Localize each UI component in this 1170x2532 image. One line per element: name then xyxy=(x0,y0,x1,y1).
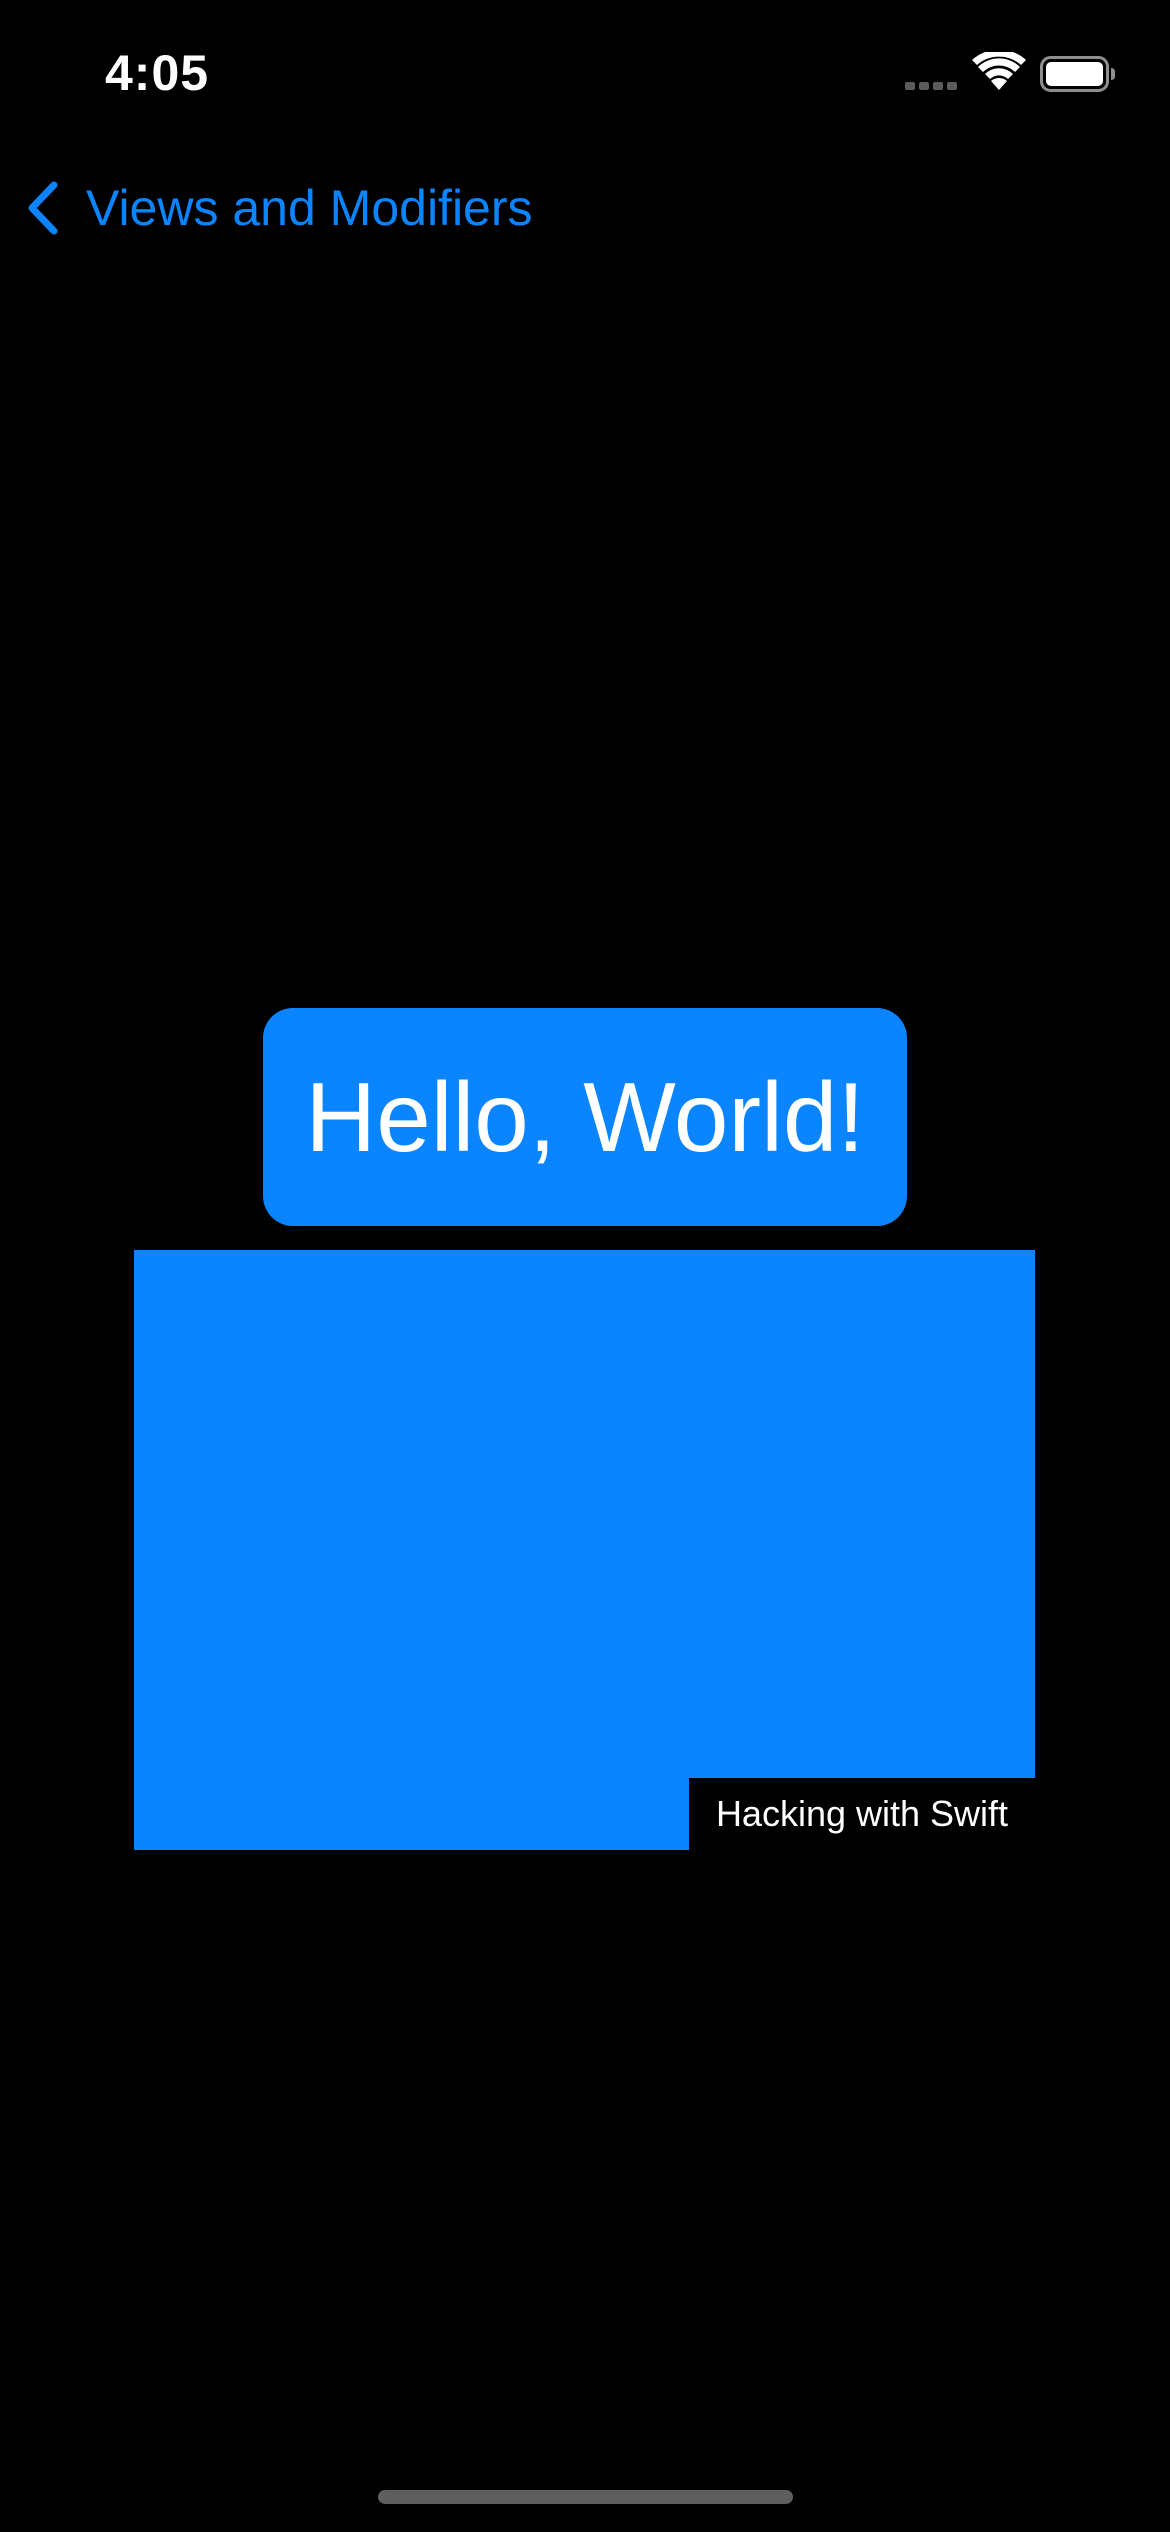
home-indicator[interactable] xyxy=(378,2490,793,2504)
battery-icon xyxy=(1040,56,1115,92)
blue-rectangle xyxy=(134,1250,1035,1850)
status-bar: 4:05 xyxy=(0,0,1170,150)
watermark-text: Hacking with Swift xyxy=(715,1793,1009,1834)
status-time: 4:05 xyxy=(105,45,210,101)
chevron-left-icon xyxy=(28,181,58,235)
wifi-icon xyxy=(972,52,1026,90)
back-button-label: Views and Modifiers xyxy=(86,180,533,236)
cellular-signal-icon xyxy=(905,82,957,90)
hello-world-text: Hello, World! xyxy=(305,1061,865,1172)
watermark-label: Hacking with Swift xyxy=(689,1778,1035,1850)
back-button[interactable]: Views and Modifiers xyxy=(24,160,533,256)
navigation-bar: Views and Modifiers xyxy=(0,160,1170,256)
hello-world-pill: Hello, World! xyxy=(263,1008,907,1226)
